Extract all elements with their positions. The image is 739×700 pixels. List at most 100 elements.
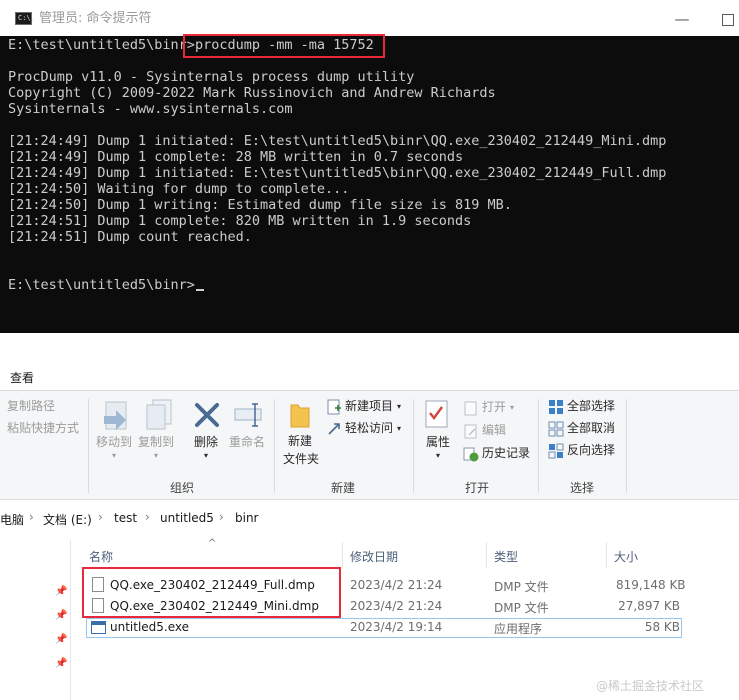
maximize-button[interactable] — [716, 6, 739, 32]
console-banner-line: Sysinternals - www.sysinternals.com — [8, 101, 293, 117]
paste-shortcut-button[interactable]: 粘贴快捷方式 — [7, 421, 79, 436]
new-item-button[interactable]: 新建项目 — [345, 399, 393, 414]
console-log-line: [21:24:50] Dump 1 writing: Estimated dum… — [8, 197, 512, 213]
dump-files-highlight-box — [82, 567, 341, 618]
console-final-prompt-line: E:\test\untitled5\binr> — [8, 277, 204, 293]
file-type: 应用程序 — [494, 622, 543, 636]
chevron-right-icon[interactable]: › — [145, 510, 150, 524]
console-log-line: [21:24:49] Dump 1 initiated: E:\test\unt… — [8, 133, 667, 149]
rename-icon — [234, 403, 262, 427]
select-none-button[interactable]: 全部取消 — [567, 421, 615, 436]
easy-access-button[interactable]: 轻松访问 — [345, 421, 393, 436]
console-log-line: [21:24:50] Waiting for dump to complete.… — [8, 181, 350, 197]
history-icon — [463, 447, 479, 462]
console-log-line: [21:24:49] Dump 1 complete: 28 MB writte… — [8, 149, 464, 165]
select-all-icon — [549, 400, 563, 414]
maximize-icon — [722, 14, 734, 26]
chevron-down-icon: ▾ — [112, 451, 117, 460]
file-name[interactable]: untitled5.exe — [110, 620, 189, 634]
console-output[interactable]: E:\test\untitled5\binr>procdump -mm -ma … — [0, 36, 739, 333]
pin-icon[interactable]: 📌 — [55, 610, 67, 621]
minimize-button[interactable]: — — [669, 6, 695, 32]
navigation-pane[interactable]: 📌 📌 📌 📌 — [0, 540, 71, 700]
chevron-down-icon: ▾ — [397, 424, 402, 433]
ribbon-separator — [538, 399, 539, 493]
column-header-modified[interactable]: 修改日期 — [350, 548, 398, 565]
select-all-button[interactable]: 全部选择 — [567, 399, 615, 414]
open-group-label: 打开 — [465, 481, 490, 495]
ribbon: 复制路径 粘贴快捷方式 移动到 ▾ 复制到 ▾ 删除 ▾ 重命名 组织 新建 文… — [0, 390, 739, 500]
console-final-prompt: E:\test\untitled5\binr> — [8, 277, 195, 293]
ribbon-separator — [274, 399, 275, 493]
pin-icon[interactable]: 📌 — [55, 658, 67, 669]
console-banner-line: ProcDump v11.0 - Sysinternals process du… — [8, 69, 415, 85]
properties-icon — [425, 400, 448, 428]
console-banner-line: Copyright (C) 2009-2022 Mark Russinovich… — [8, 85, 496, 101]
edit-icon — [464, 424, 477, 439]
exe-file-icon — [91, 621, 106, 634]
console-log-line: [21:24:51] Dump 1 complete: 820 MB writt… — [8, 213, 472, 229]
column-header-name[interactable]: 名称 — [89, 548, 113, 565]
file-type: DMP 文件 — [494, 580, 549, 594]
chevron-right-icon[interactable]: › — [219, 510, 224, 524]
file-modified: 2023/4/2 21:24 — [350, 578, 443, 592]
invert-selection-button[interactable]: 反向选择 — [567, 443, 615, 458]
ribbon-separator — [88, 399, 89, 493]
copy-path-button[interactable]: 复制路径 — [7, 399, 55, 414]
chevron-down-icon: ▾ — [204, 451, 209, 460]
chevron-down-icon: ▾ — [436, 451, 441, 460]
command-highlight-box — [183, 34, 385, 58]
column-divider[interactable] — [486, 542, 487, 568]
sort-ascending-icon: ^ — [208, 538, 217, 549]
new-group-label: 新建 — [331, 481, 356, 495]
console-prompt: E:\test\untitled5\binr> — [8, 37, 195, 53]
pin-icon[interactable]: 📌 — [55, 586, 67, 597]
copy-to-icon — [146, 399, 172, 430]
text-cursor — [195, 289, 204, 291]
breadcrumb-item[interactable]: untitled5 — [160, 511, 214, 525]
new-folder-icon — [290, 404, 310, 428]
column-header-size[interactable]: 大小 — [614, 548, 638, 565]
new-folder-button-line1[interactable]: 新建 — [288, 434, 312, 449]
invert-selection-icon — [548, 443, 564, 459]
column-divider[interactable] — [606, 542, 607, 568]
console-log-line: [21:24:49] Dump 1 initiated: E:\test\unt… — [8, 165, 667, 181]
chevron-right-icon[interactable]: › — [29, 510, 34, 524]
new-folder-button-line2[interactable]: 文件夹 — [283, 452, 319, 467]
chevron-down-icon: ▾ — [510, 403, 515, 412]
tab-view[interactable]: 查看 — [10, 369, 34, 386]
new-item-icon — [327, 399, 341, 415]
file-size: 819,148 KB — [616, 578, 686, 592]
command-prompt-icon-label: C:\. — [18, 14, 35, 22]
file-size: 58 KB — [644, 620, 680, 634]
console-window-title: 管理员: 命令提示符 — [39, 11, 152, 26]
delete-icon — [195, 403, 219, 427]
edit-button[interactable]: 编辑 — [482, 423, 506, 438]
pin-icon[interactable]: 📌 — [55, 634, 67, 645]
ribbon-separator — [626, 399, 627, 493]
column-divider[interactable] — [342, 542, 343, 568]
history-button[interactable]: 历史记录 — [482, 446, 530, 461]
breadcrumb-item[interactable]: test — [114, 511, 137, 525]
select-none-icon — [548, 421, 564, 437]
breadcrumb-item[interactable]: 电脑 — [0, 511, 24, 528]
file-modified: 2023/4/2 21:24 — [350, 599, 443, 613]
file-modified: 2023/4/2 19:14 — [350, 620, 443, 634]
column-header-type[interactable]: 类型 — [494, 548, 518, 565]
open-button[interactable]: 打开 — [482, 400, 506, 415]
move-to-icon — [104, 401, 127, 430]
command-prompt-icon: C:\. — [15, 12, 35, 25]
file-type: DMP 文件 — [494, 601, 549, 615]
rename-button[interactable]: 重命名 — [229, 435, 265, 450]
console-log-line: [21:24:51] Dump count reached. — [8, 229, 252, 245]
breadcrumb: 电脑 › 文档 (E:) › test › untitled5 › binr — [0, 506, 739, 532]
easy-access-icon — [328, 423, 340, 435]
organize-group-label: 组织 — [170, 481, 195, 495]
watermark: @稀土掘金技术社区 — [596, 679, 705, 693]
file-size: 27,897 KB — [618, 599, 680, 613]
chevron-down-icon: ▾ — [154, 451, 159, 460]
ribbon-separator — [413, 399, 414, 493]
breadcrumb-item[interactable]: 文档 (E:) — [43, 511, 92, 528]
chevron-right-icon[interactable]: › — [98, 510, 103, 524]
breadcrumb-item[interactable]: binr — [235, 511, 259, 525]
